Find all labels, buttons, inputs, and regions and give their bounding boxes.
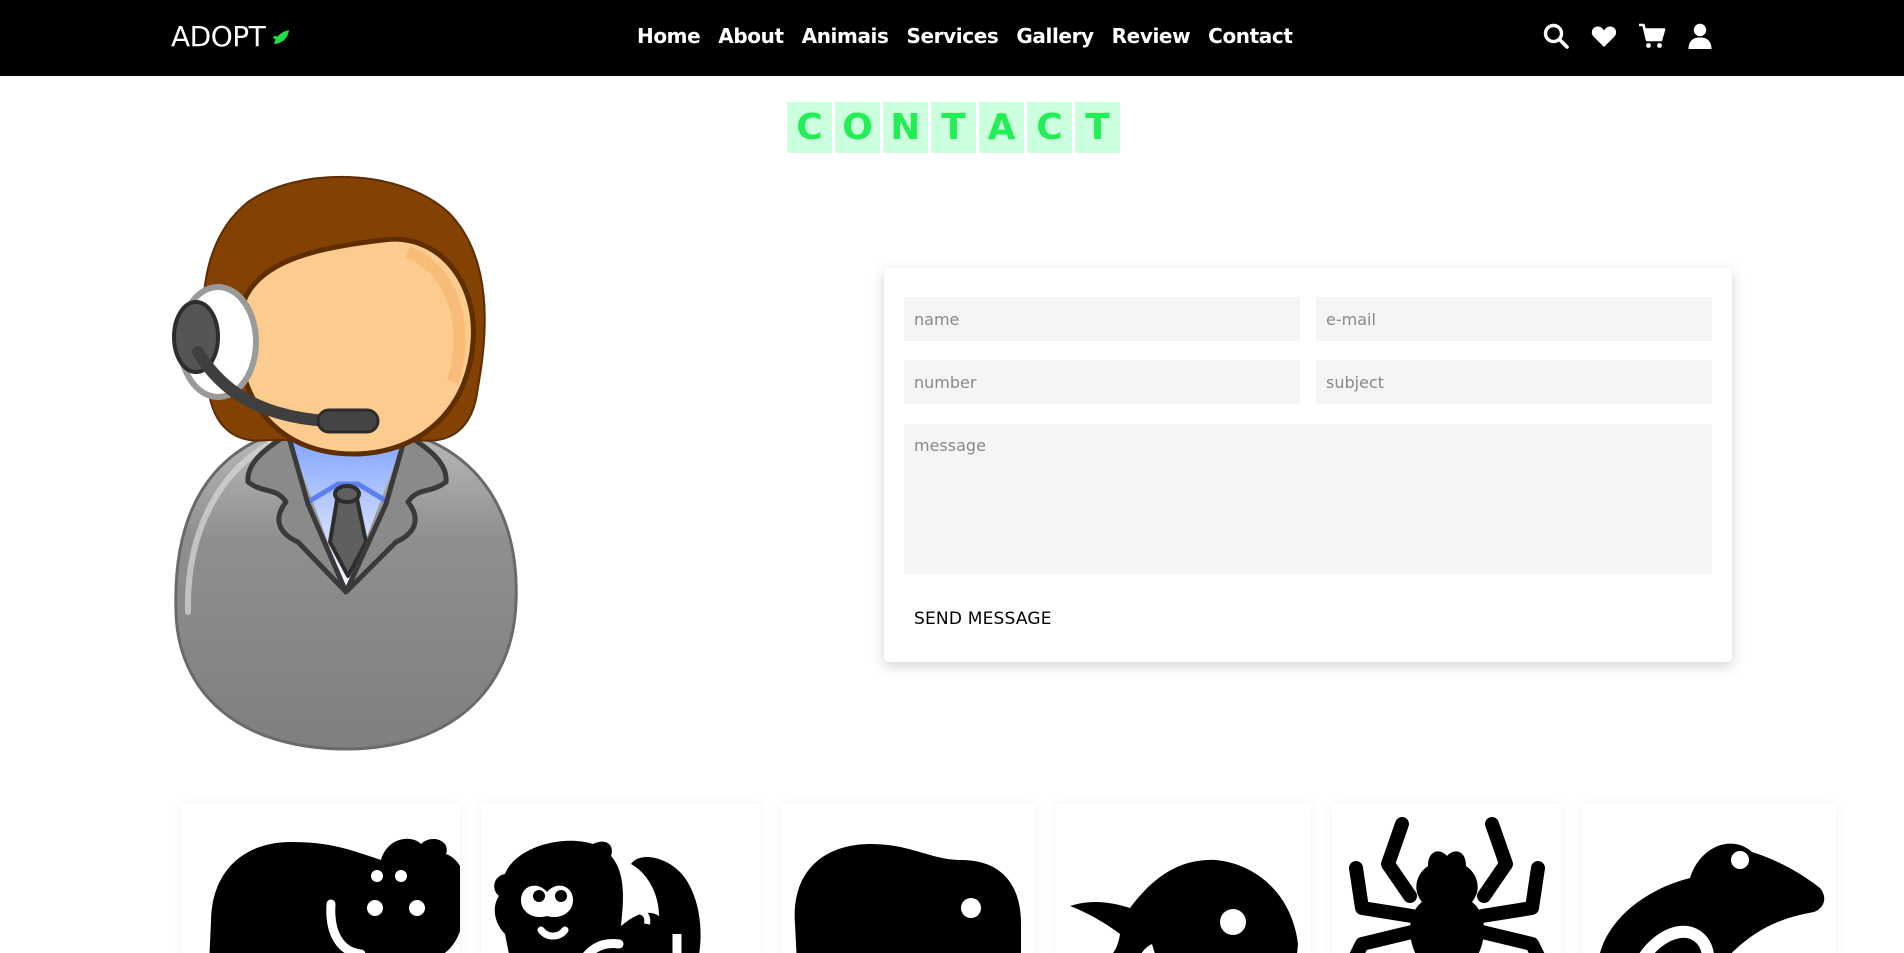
heading-letter: A	[979, 102, 1024, 153]
send-message-button[interactable]: SEND MESSAGE	[904, 605, 1062, 633]
navbar: ADOPT Home About Animais Services Galler…	[0, 0, 1904, 76]
message-textarea[interactable]	[904, 424, 1712, 574]
search-icon[interactable]	[1542, 22, 1570, 50]
contact-form: SEND MESSAGE	[884, 268, 1732, 662]
animal-card-fish[interactable]	[1056, 804, 1311, 953]
animal-card-spider[interactable]	[1332, 804, 1561, 953]
section-heading: C O N T A C T	[787, 102, 1120, 153]
heart-icon[interactable]	[1590, 22, 1618, 50]
email-input[interactable]	[1316, 297, 1712, 341]
nav-review[interactable]: Review	[1112, 24, 1191, 48]
user-icon[interactable]	[1686, 22, 1714, 50]
number-input[interactable]	[904, 360, 1300, 404]
leaf-icon	[273, 29, 290, 44]
hippo-icon	[204, 838, 460, 953]
heading-letter: O	[835, 102, 880, 153]
brand-name: ADOPT	[171, 20, 266, 53]
name-input[interactable]	[904, 297, 1300, 341]
heading-letter: T	[931, 102, 976, 153]
nav-links: Home About Animais Services Gallery Revi…	[637, 24, 1311, 48]
otter-icon	[494, 840, 701, 953]
heading-letter: C	[1027, 102, 1072, 153]
nav-contact[interactable]: Contact	[1208, 24, 1293, 48]
nav-about[interactable]: About	[718, 24, 784, 48]
fish-icon	[1070, 859, 1298, 953]
seal-icon	[794, 844, 1021, 953]
animal-card-frog[interactable]	[1582, 804, 1836, 953]
nav-gallery[interactable]: Gallery	[1016, 24, 1094, 48]
support-agent-illustration	[172, 175, 518, 751]
nav-home[interactable]: Home	[637, 24, 701, 48]
cart-icon[interactable]	[1638, 22, 1666, 50]
animal-card-seal[interactable]	[781, 804, 1035, 953]
animal-card-hippo[interactable]	[181, 804, 460, 953]
heading-letter: T	[1075, 102, 1120, 153]
animal-card-otter[interactable]	[481, 804, 760, 953]
heading-letter: N	[883, 102, 928, 153]
subject-input[interactable]	[1316, 360, 1712, 404]
spider-icon	[1349, 817, 1545, 953]
frog-icon	[1600, 843, 1825, 953]
nav-icons	[1542, 22, 1714, 50]
nav-animals[interactable]: Animais	[802, 24, 889, 48]
nav-services[interactable]: Services	[907, 24, 999, 48]
heading-letter: C	[787, 102, 832, 153]
brand-logo[interactable]: ADOPT	[171, 20, 291, 53]
